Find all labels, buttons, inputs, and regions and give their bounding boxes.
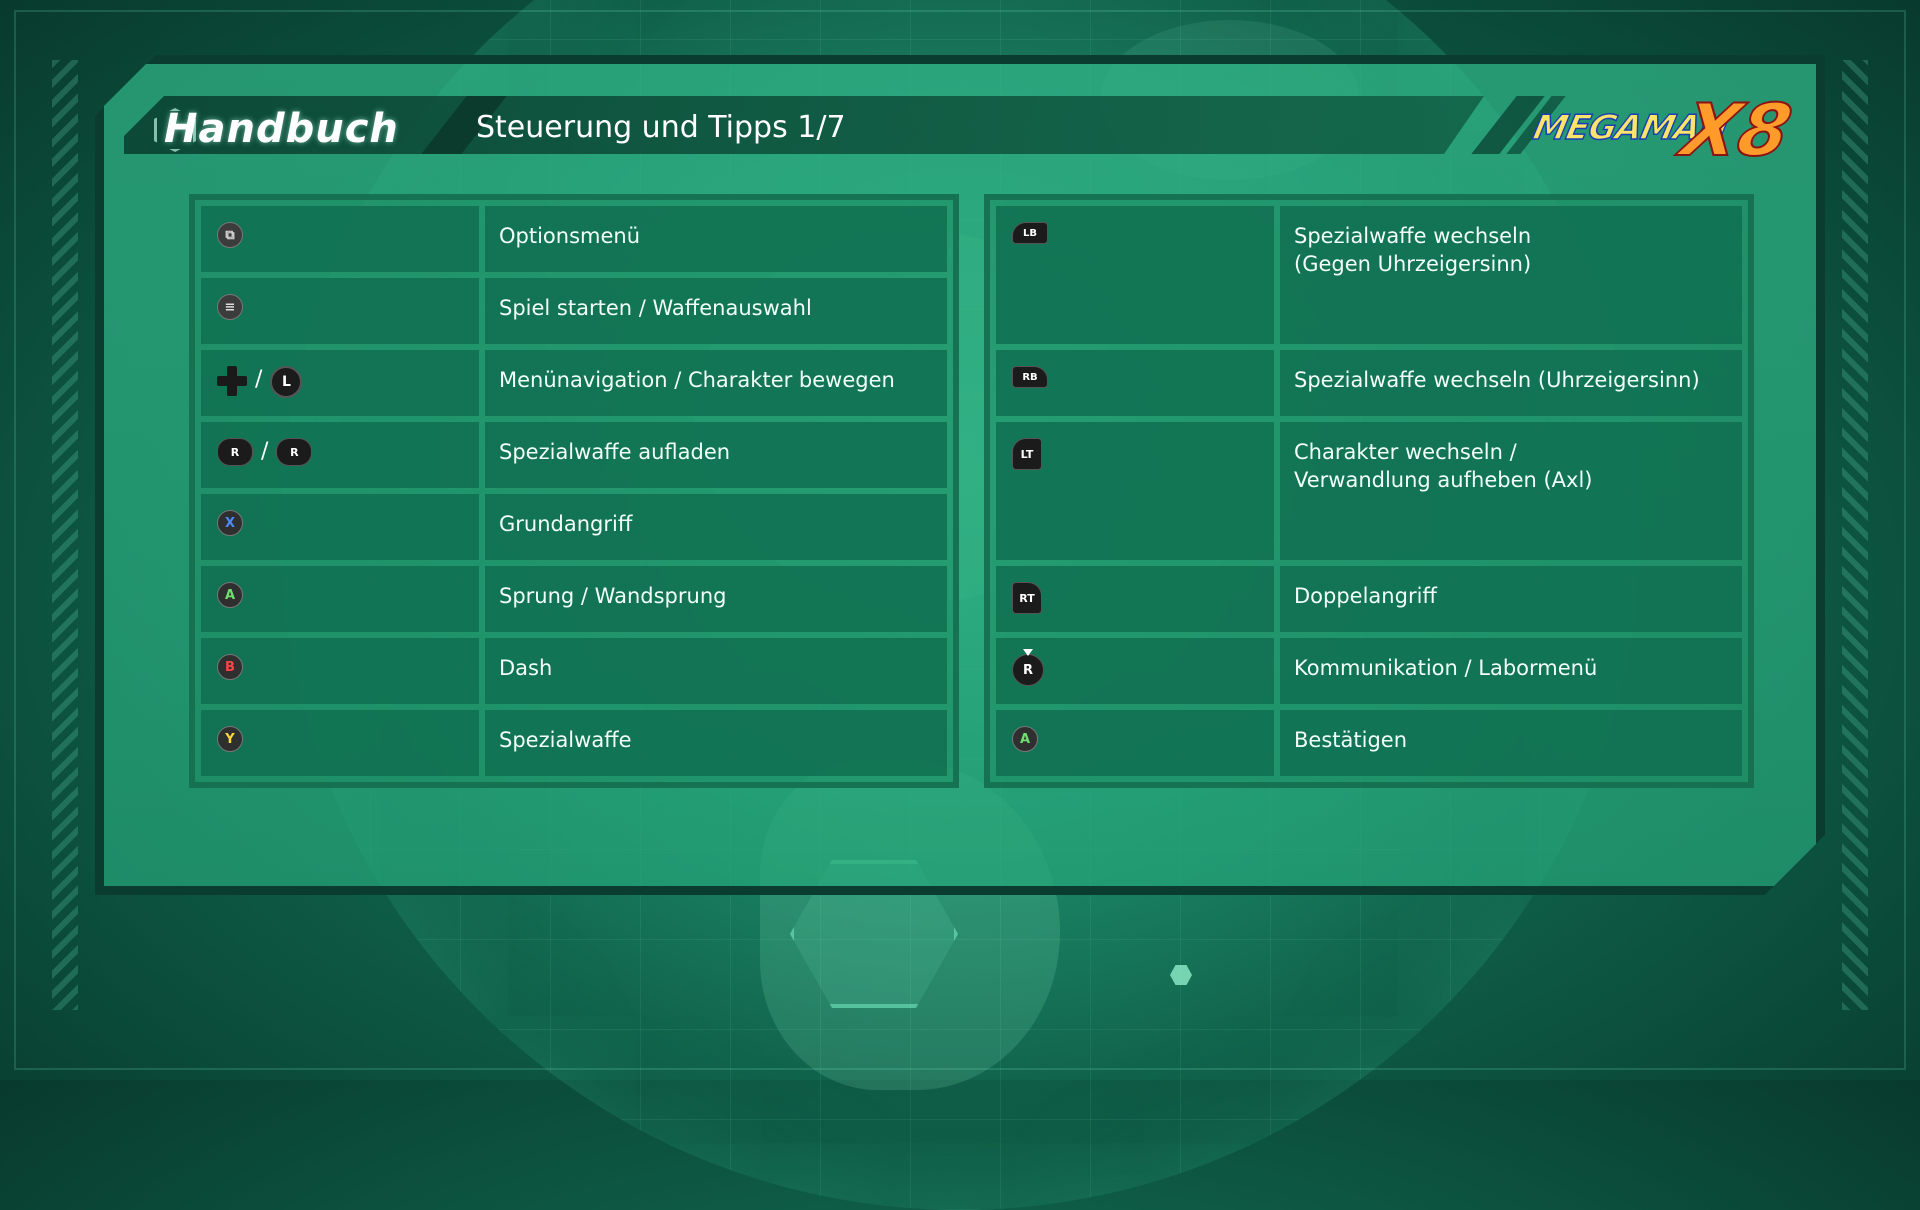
- x-button-icon: X: [217, 510, 243, 536]
- description-cell: Spezialwaffe: [485, 710, 947, 776]
- button-cell: A: [996, 710, 1274, 776]
- table-row: A Sprung / Wandsprung: [201, 566, 947, 632]
- right-stick-click-icon: R: [1012, 654, 1044, 686]
- right-stripe-decoration: [1842, 60, 1868, 1010]
- button-cell: ⧉: [201, 206, 479, 272]
- lt-trigger-icon: LT: [1012, 438, 1042, 470]
- lb-button-icon: LB: [1012, 222, 1048, 244]
- button-cell: X: [201, 494, 479, 560]
- table-row: ⧉ Optionsmenü: [201, 206, 947, 272]
- button-cell: LB: [996, 206, 1274, 344]
- description-line: Verwandlung aufheben (Axl): [1294, 468, 1593, 492]
- button-cell: RB: [996, 350, 1274, 416]
- left-stripe-decoration: [52, 60, 78, 1010]
- table-row: A Bestätigen: [996, 710, 1742, 776]
- section-title: Handbuch: [164, 106, 399, 152]
- game-logo: MEGAMAN X8: [1534, 94, 1794, 174]
- separator-slash: /: [261, 439, 269, 464]
- button-cell: B: [201, 638, 479, 704]
- table-row: R Kommunikation / Labormenü: [996, 638, 1742, 704]
- table-row: R / R Spezialwaffe aufladen: [201, 422, 947, 488]
- description-cell: Optionsmenü: [485, 206, 947, 272]
- description-line: Charakter wechseln /: [1294, 440, 1517, 464]
- a-button-icon: A: [1012, 726, 1038, 752]
- menu-button-icon: ≡: [217, 294, 243, 320]
- rb-button-icon: RB: [1012, 366, 1048, 388]
- description-cell: Spezialwaffe wechseln (Gegen Uhrzeigersi…: [1280, 206, 1742, 344]
- button-cell: LT: [996, 422, 1274, 560]
- controls-table-right: LB Spezialwaffe wechseln (Gegen Uhrzeige…: [984, 194, 1754, 788]
- description-cell: Spezialwaffe wechseln (Uhrzeigersinn): [1280, 350, 1742, 416]
- table-row: LT Charakter wechseln / Verwandlung aufh…: [996, 422, 1742, 560]
- table-row: LB Spezialwaffe wechseln (Gegen Uhrzeige…: [996, 206, 1742, 344]
- rt-trigger-icon: RT: [1012, 582, 1042, 614]
- button-cell: ≡: [201, 278, 479, 344]
- separator-slash: /: [255, 367, 263, 392]
- controls-table-left: ⧉ Optionsmenü ≡ Spiel starten / Waffenau…: [189, 194, 959, 788]
- button-cell: RT: [996, 566, 1274, 632]
- button-cell: R: [996, 638, 1274, 704]
- description-cell: Spiel starten / Waffenauswahl: [485, 278, 947, 344]
- table-row: B Dash: [201, 638, 947, 704]
- button-cell: A: [201, 566, 479, 632]
- b-button-icon: B: [217, 654, 243, 680]
- description-cell: Sprung / Wandsprung: [485, 566, 947, 632]
- table-row: / L Menünavigation / Charakter bewegen: [201, 350, 947, 416]
- button-cell: / L: [201, 350, 479, 416]
- a-button-icon: A: [217, 582, 243, 608]
- description-line: (Gegen Uhrzeigersinn): [1294, 252, 1532, 276]
- logo-number: X8: [1675, 88, 1799, 172]
- table-row: X Grundangriff: [201, 494, 947, 560]
- description-cell: Charakter wechseln / Verwandlung aufhebe…: [1280, 422, 1742, 560]
- view-button-icon: ⧉: [217, 222, 243, 248]
- y-button-icon: Y: [217, 726, 243, 752]
- button-cell: R / R: [201, 422, 479, 488]
- description-cell: Menünavigation / Charakter bewegen: [485, 350, 947, 416]
- button-cell: Y: [201, 710, 479, 776]
- description-cell: Bestätigen: [1280, 710, 1742, 776]
- table-row: RB Spezialwaffe wechseln (Uhrzeigersinn): [996, 350, 1742, 416]
- description-cell: Spezialwaffe aufladen: [485, 422, 947, 488]
- page-title: Steuerung und Tipps 1/7: [476, 110, 846, 145]
- description-cell: Dash: [485, 638, 947, 704]
- table-row: RT Doppelangriff: [996, 566, 1742, 632]
- table-row: ≡ Spiel starten / Waffenauswahl: [201, 278, 947, 344]
- description-line: Spezialwaffe wechseln: [1294, 224, 1532, 248]
- description-cell: Grundangriff: [485, 494, 947, 560]
- manual-panel: Handbuch Steuerung und Tipps 1/7 MEGAMAN…: [95, 55, 1825, 895]
- description-cell: Doppelangriff: [1280, 566, 1742, 632]
- left-stick-icon: L: [270, 366, 302, 398]
- right-stick-left-icon: R: [217, 438, 253, 466]
- description-cell: Kommunikation / Labormenü: [1280, 638, 1742, 704]
- dpad-icon: [217, 366, 247, 396]
- right-stick-right-icon: R: [276, 438, 312, 466]
- table-row: Y Spezialwaffe: [201, 710, 947, 776]
